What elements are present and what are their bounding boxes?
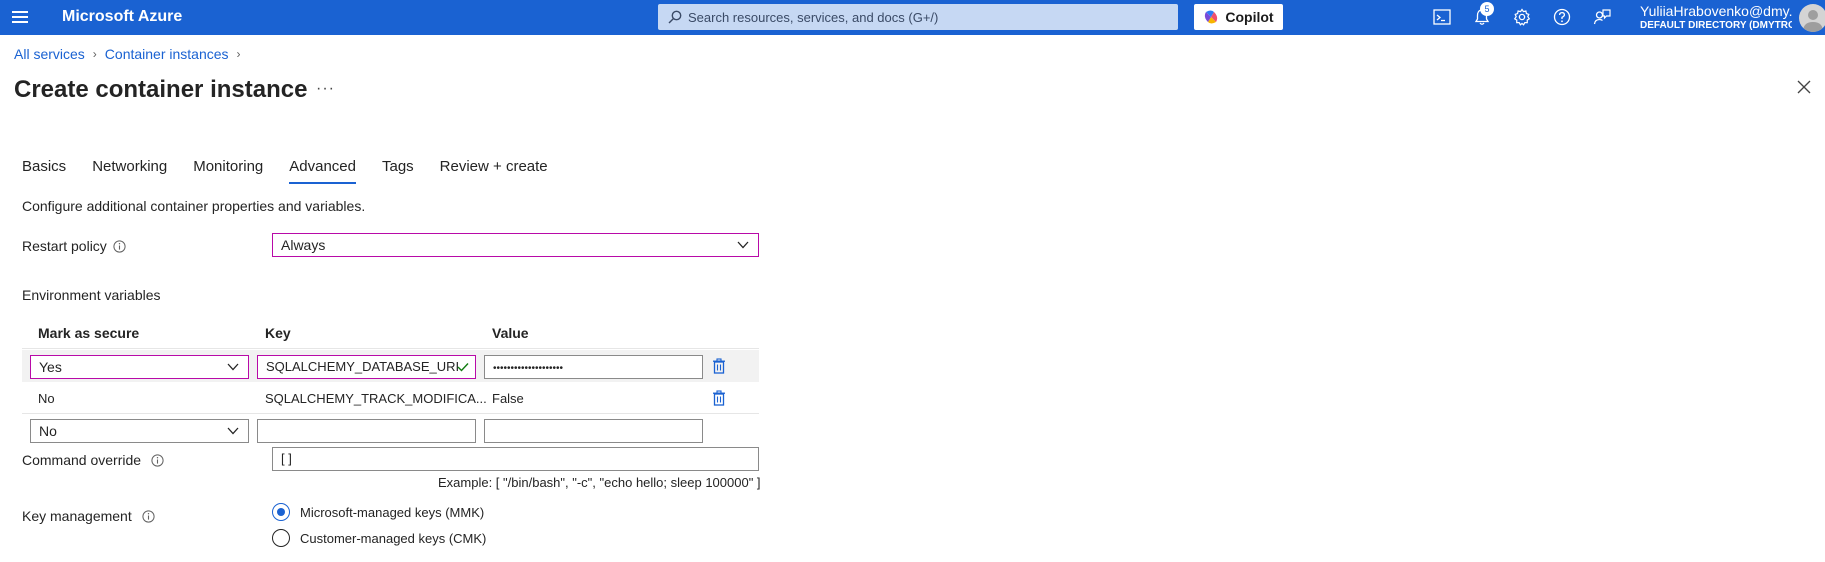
breadcrumb-container-instances[interactable]: Container instances <box>105 46 229 62</box>
radio-cmk[interactable]: Customer-managed keys (CMK) <box>272 529 486 547</box>
copilot-label: Copilot <box>1225 9 1274 25</box>
feedback-icon[interactable] <box>1592 7 1612 27</box>
account-menu[interactable]: YuliiaHrabovenko@dmy... DEFAULT DIRECTOR… <box>1640 3 1792 31</box>
command-override-value: [ ] <box>281 451 292 466</box>
key-management-label-text: Key management <box>22 508 132 524</box>
top-bar: Microsoft Azure Copilot 5 <box>0 0 1825 35</box>
restart-policy-value: Always <box>281 237 326 253</box>
user-directory: DEFAULT DIRECTORY (DMYTROS... <box>1640 20 1792 31</box>
column-header-secure: Mark as secure <box>38 325 140 341</box>
mark-secure-value-new: No <box>39 423 57 439</box>
checkmark-icon <box>457 363 469 372</box>
copilot-icon <box>1205 10 1218 24</box>
mark-secure-dropdown-new[interactable]: No <box>30 419 249 443</box>
env-key-input[interactable]: SQLALCHEMY_DATABASE_URI <box>257 355 476 379</box>
chevron-down-icon <box>227 427 239 435</box>
radio-cmk-label: Customer-managed keys (CMK) <box>300 530 487 546</box>
wizard-tabs: Basics Networking Monitoring Advanced Ta… <box>22 158 574 184</box>
column-header-value: Value <box>492 325 529 341</box>
global-search[interactable] <box>658 4 1178 30</box>
env-key-input-new[interactable] <box>257 419 476 443</box>
menu-icon[interactable] <box>12 11 28 23</box>
info-icon[interactable] <box>142 509 155 523</box>
radio-mmk[interactable]: Microsoft-managed keys (MMK) <box>272 503 484 521</box>
tab-review-create[interactable]: Review + create <box>440 158 548 184</box>
env-value-input-new[interactable] <box>484 419 703 443</box>
chevron-right-icon: › <box>236 47 241 61</box>
notification-badge: 5 <box>1480 2 1494 16</box>
tab-networking[interactable]: Networking <box>92 158 167 184</box>
close-icon[interactable] <box>1797 80 1811 94</box>
gear-icon[interactable] <box>1512 7 1532 27</box>
chevron-down-icon <box>737 241 749 249</box>
info-icon[interactable] <box>151 453 164 467</box>
user-name: YuliiaHrabovenko@dmy... <box>1640 3 1792 19</box>
person-icon <box>1803 10 1823 32</box>
command-override-label-text: Command override <box>22 452 142 468</box>
search-icon <box>668 10 682 24</box>
delete-icon[interactable] <box>712 390 726 406</box>
brand-name[interactable]: Microsoft Azure <box>62 8 182 26</box>
radio-mmk-label: Microsoft-managed keys (MMK) <box>300 504 485 520</box>
radio-button[interactable] <box>272 529 290 547</box>
breadcrumb-all-services[interactable]: All services <box>14 46 85 62</box>
breadcrumb: All services › Container instances › <box>14 46 241 62</box>
info-icon[interactable] <box>113 239 126 253</box>
env-value-masked: •••••••••••••••••••• <box>493 363 564 374</box>
radio-button-selected[interactable] <box>272 503 290 521</box>
page-title: Create container instance <box>14 76 308 103</box>
env-value-static: False <box>492 391 524 406</box>
mark-secure-value: Yes <box>39 359 62 375</box>
command-override-input[interactable]: [ ] <box>272 447 759 471</box>
env-key-static: SQLALCHEMY_TRACK_MODIFICA... <box>265 391 487 406</box>
mark-secure-dropdown[interactable]: Yes <box>30 355 249 379</box>
delete-icon[interactable] <box>712 358 726 374</box>
restart-policy-label-text: Restart policy <box>22 238 107 254</box>
command-override-example: Example: [ "/bin/bash", "-c", "echo hell… <box>438 475 761 490</box>
tab-basics[interactable]: Basics <box>22 158 66 184</box>
copilot-button[interactable]: Copilot <box>1194 4 1283 30</box>
env-value-input[interactable]: •••••••••••••••••••• <box>484 355 703 379</box>
key-management-label: Key management <box>22 508 155 524</box>
mark-secure-static: No <box>38 391 55 406</box>
tab-monitoring[interactable]: Monitoring <box>193 158 263 184</box>
chevron-right-icon: › <box>92 47 97 61</box>
env-key-value: SQLALCHEMY_DATABASE_URI <box>266 359 460 374</box>
command-override-label: Command override <box>22 452 164 468</box>
environment-variables-label: Environment variables <box>22 287 161 303</box>
divider <box>22 413 759 414</box>
search-input[interactable] <box>688 4 1168 30</box>
more-options-button[interactable]: ··· <box>316 80 335 98</box>
tab-advanced[interactable]: Advanced <box>289 158 356 184</box>
avatar[interactable] <box>1799 4 1825 32</box>
restart-policy-dropdown[interactable]: Always <box>272 233 759 257</box>
column-header-key: Key <box>265 325 291 341</box>
chevron-down-icon <box>227 363 239 371</box>
restart-policy-label: Restart policy <box>22 238 126 254</box>
help-icon[interactable] <box>1552 7 1572 27</box>
divider <box>22 348 759 349</box>
section-description: Configure additional container propertie… <box>22 198 366 214</box>
tab-tags[interactable]: Tags <box>382 158 414 184</box>
cloud-shell-icon[interactable] <box>1432 7 1452 27</box>
